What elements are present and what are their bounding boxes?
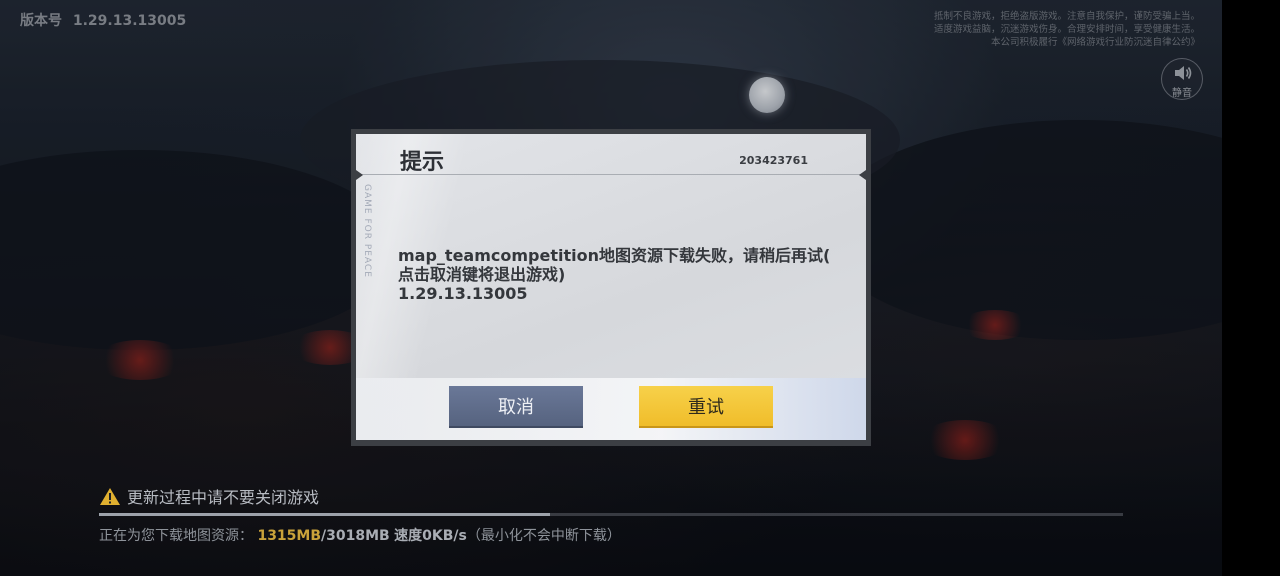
dialog-title: 提示 bbox=[400, 150, 445, 175]
cancel-button[interactable]: 取消 bbox=[449, 386, 583, 428]
dialog-error-code: 203423761 bbox=[739, 154, 808, 167]
download-speed: 速度0KB/s bbox=[394, 528, 467, 544]
download-note: （最小化不会中断下载） bbox=[466, 528, 621, 544]
download-progress-bar bbox=[99, 513, 1123, 516]
divider-notch bbox=[859, 170, 866, 180]
download-progress-fill bbox=[99, 513, 550, 516]
dialog-side-text: GAME FOR PEACE bbox=[362, 184, 372, 278]
retry-button[interactable]: 重试 bbox=[639, 386, 773, 428]
dialog-body: GAME FOR PEACE 提示 203423761 map_teamcomp… bbox=[356, 134, 866, 440]
dialog-message: map_teamcompetition地图资源下载失败，请稍后再试( 点击取消键… bbox=[398, 246, 838, 303]
update-warning-text: 更新过程中请不要关闭游戏 bbox=[127, 488, 320, 507]
message-line: map_teamcompetition地图资源下载失败，请稍后再试( bbox=[398, 246, 831, 265]
error-dialog: GAME FOR PEACE 提示 203423761 map_teamcomp… bbox=[351, 129, 871, 446]
dialog-divider bbox=[356, 174, 866, 175]
divider-notch bbox=[356, 170, 363, 180]
downloaded-size: 1315MB bbox=[257, 528, 322, 544]
warning-icon bbox=[100, 487, 120, 505]
total-size: /3018MB bbox=[321, 528, 390, 544]
download-status: 正在为您下载地图资源： 1315MB/3018MB 速度0KB/s（最小化不会中… bbox=[99, 525, 621, 545]
download-prefix: 正在为您下载地图资源： bbox=[99, 528, 253, 544]
update-warning: 更新过程中请不要关闭游戏 bbox=[99, 484, 319, 508]
dialog-button-bar: 取消 重试 bbox=[356, 378, 866, 440]
message-line: 1.29.13.13005 bbox=[398, 284, 528, 303]
message-line: 点击取消键将退出游戏) bbox=[398, 265, 566, 284]
